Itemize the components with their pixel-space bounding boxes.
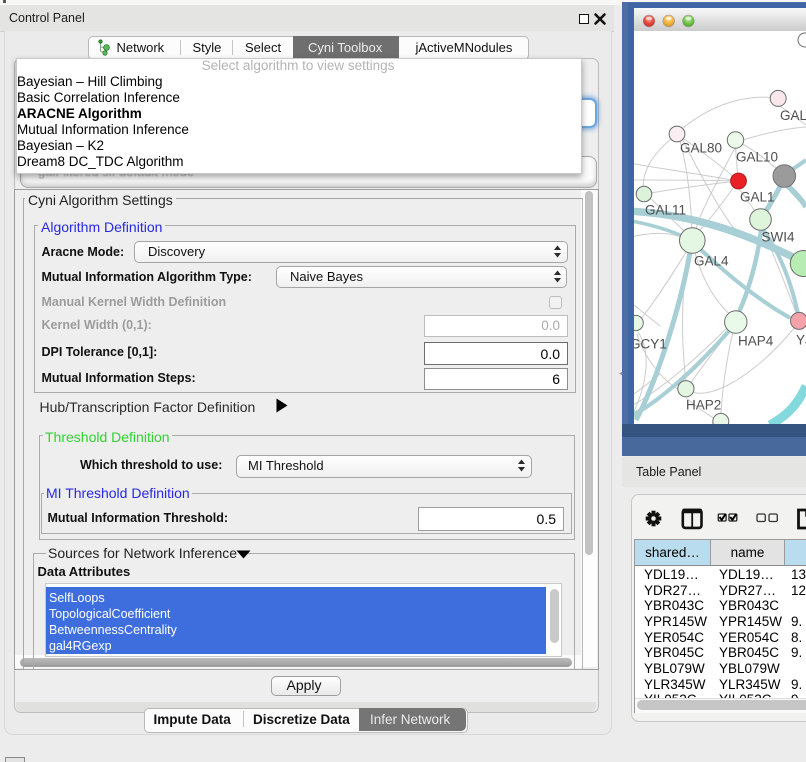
svg-text:GAL80: GAL80 (680, 141, 722, 156)
svg-text:YJ: YJ (796, 333, 806, 348)
svg-text:GAL11: GAL11 (645, 203, 686, 218)
svg-text:GAL4: GAL4 (694, 254, 729, 269)
svg-text:SWI4: SWI4 (762, 230, 795, 245)
svg-text:HAP2: HAP2 (686, 398, 721, 413)
svg-text:GAL10: GAL10 (736, 150, 778, 165)
svg-text:HAP4: HAP4 (738, 334, 774, 349)
svg-text:GAL7: GAL7 (780, 108, 806, 123)
svg-text:GCY1: GCY1 (634, 337, 667, 352)
svg-text:GAL1: GAL1 (740, 190, 775, 205)
